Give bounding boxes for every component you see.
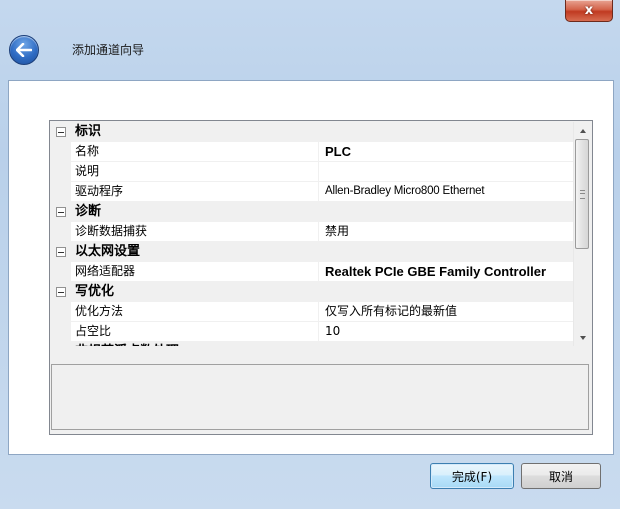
property-value[interactable]: Allen-Bradley Micro800 Ethernet: [320, 182, 573, 201]
scroll-down-button[interactable]: [574, 329, 591, 346]
category-label: 标识: [75, 124, 102, 139]
back-arrow-icon: [16, 43, 32, 57]
property-value[interactable]: [320, 162, 573, 181]
property-name: 说明: [71, 162, 319, 181]
close-button[interactable]: x: [565, 0, 613, 22]
row-gutter: [51, 142, 71, 162]
chevron-up-icon: [579, 128, 586, 133]
category-label: 以太网设置: [75, 244, 141, 259]
wizard-title: 添加通道向导: [72, 43, 145, 57]
scroll-thumb[interactable]: [575, 139, 589, 249]
row-gutter: [51, 262, 71, 282]
category-row[interactable]: 诊断: [51, 202, 573, 222]
chevron-down-icon: [579, 335, 586, 340]
row-gutter: [51, 322, 71, 342]
collapse-icon[interactable]: [56, 247, 66, 257]
category-label: 非规范浮点数处理: [75, 344, 179, 346]
wizard-header: 添加通道向导: [0, 28, 620, 76]
row-gutter: [51, 222, 71, 242]
category-row[interactable]: 标识: [51, 122, 573, 142]
title-bar: x: [0, 0, 620, 28]
property-name: 驱动程序: [71, 182, 319, 201]
property-row[interactable]: 说明: [51, 162, 573, 182]
property-value[interactable]: PLC: [320, 142, 573, 161]
scroll-up-button[interactable]: [574, 122, 591, 139]
property-value[interactable]: 仅写入所有标记的最新值: [320, 302, 573, 321]
property-name: 优化方法: [71, 302, 319, 321]
row-gutter: [51, 162, 71, 182]
property-row[interactable]: 驱动程序 Allen-Bradley Micro800 Ethernet: [51, 182, 573, 202]
category-label: 写优化: [75, 284, 115, 299]
property-row[interactable]: 优化方法 仅写入所有标记的最新值: [51, 302, 573, 322]
back-button[interactable]: [9, 35, 39, 65]
collapse-icon[interactable]: [56, 287, 66, 297]
property-value[interactable]: Realtek PCIe GBE Family Controller: [320, 262, 573, 281]
category-label: 诊断: [75, 204, 102, 219]
collapse-icon[interactable]: [56, 207, 66, 217]
row-gutter: [51, 302, 71, 322]
property-value[interactable]: 禁用: [320, 222, 573, 241]
property-row[interactable]: 诊断数据捕获 禁用: [51, 222, 573, 242]
category-row[interactable]: 以太网设置: [51, 242, 573, 262]
property-row[interactable]: 名称 PLC: [51, 142, 573, 162]
wizard-window: x 添加通道向导 标识名称 PLC 说明 驱动程序 Allen-Bradley Micr…: [0, 0, 620, 509]
description-panel: [51, 364, 589, 430]
property-value[interactable]: 10: [320, 322, 573, 341]
property-name: 占空比: [71, 322, 319, 341]
property-name: 诊断数据捕获: [71, 222, 319, 241]
collapse-icon[interactable]: [56, 127, 66, 137]
cancel-button[interactable]: 取消: [521, 463, 601, 489]
property-name: 名称: [71, 142, 319, 161]
close-icon: x: [584, 3, 594, 18]
row-gutter: [51, 182, 71, 202]
property-grid-rows: 标识名称 PLC 说明 驱动程序 Allen-Bradley Micro800 Ethe…: [51, 122, 573, 346]
vertical-scrollbar[interactable]: [573, 122, 590, 346]
category-row[interactable]: 写优化: [51, 282, 573, 302]
property-name: 网络适配器: [71, 262, 319, 281]
grip-icon: [580, 190, 585, 199]
category-row[interactable]: 非规范浮点数处理: [51, 342, 573, 346]
property-row[interactable]: 网络适配器 Realtek PCIe GBE Family Controller: [51, 262, 573, 282]
wizard-content: 标识名称 PLC 说明 驱动程序 Allen-Bradley Micro800 Ethe…: [8, 80, 614, 455]
property-row[interactable]: 占空比 10: [51, 322, 573, 342]
finish-button[interactable]: 完成(F): [430, 463, 514, 489]
property-grid: 标识名称 PLC 说明 驱动程序 Allen-Bradley Micro800 Ethe…: [49, 120, 593, 435]
